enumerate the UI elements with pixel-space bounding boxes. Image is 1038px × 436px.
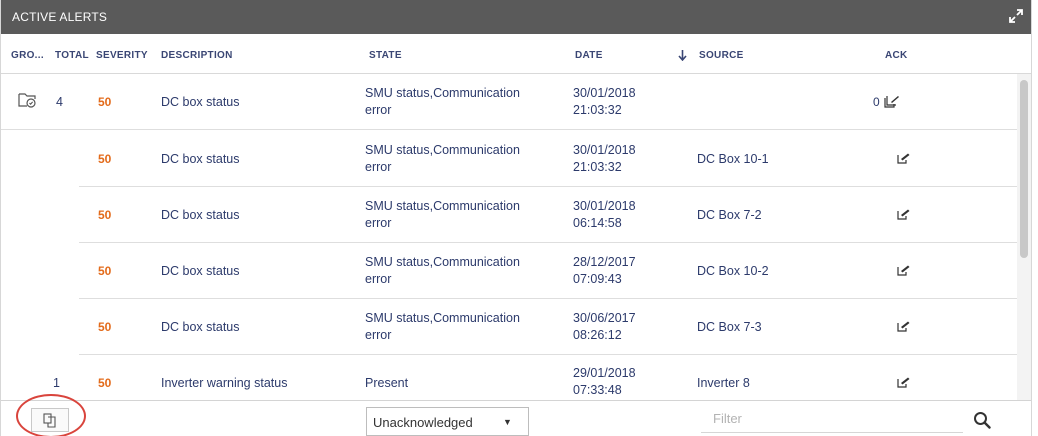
group-row[interactable]: 4 50 DC box status SMU status,Communicat… xyxy=(1,74,1017,130)
state-text: SMU status,Communication error xyxy=(365,311,520,342)
state-text: Present xyxy=(365,376,409,390)
source-text: Inverter 8 xyxy=(697,376,750,390)
col-header-source[interactable]: SOURCE xyxy=(699,50,744,61)
copy-icon xyxy=(43,413,56,428)
col-header-date[interactable]: DATE xyxy=(575,50,603,61)
panel-title: ACTIVE ALERTS xyxy=(12,10,108,24)
col-header-total[interactable]: TOTAL xyxy=(55,50,89,61)
dropdown-arrow-icon: ▼ xyxy=(503,417,512,427)
table-header: GRO... TOTAL SEVERITY DESCRIPTION STATE … xyxy=(1,36,1031,74)
description-text: DC box status xyxy=(161,208,240,222)
state-text: SMU status,Communication error xyxy=(365,199,520,230)
filter-input[interactable] xyxy=(701,405,963,433)
sort-down-arrow-icon[interactable] xyxy=(678,50,687,61)
col-header-description[interactable]: DESCRIPTION xyxy=(161,50,233,61)
source-text: DC Box 7-3 xyxy=(697,320,762,334)
severity-value: 50 xyxy=(98,95,112,109)
description-text: DC box status xyxy=(161,95,240,109)
state-text: SMU status,Communication error xyxy=(365,143,520,174)
ack-edit-icon[interactable] xyxy=(897,209,910,220)
col-header-ack[interactable]: ACK xyxy=(885,50,908,61)
date-text: 30/01/2018 06:14:58 xyxy=(573,199,636,230)
severity-value: 50 xyxy=(98,264,112,278)
description-text: DC box status xyxy=(161,264,240,278)
ack-edit-icon[interactable] xyxy=(897,265,910,276)
source-text: DC Box 10-2 xyxy=(697,264,769,278)
col-header-state[interactable]: STATE xyxy=(369,50,402,61)
ack-edit-icon[interactable] xyxy=(897,377,910,388)
date-text: 30/01/2018 21:03:32 xyxy=(573,143,636,174)
scrollbar-thumb[interactable] xyxy=(1020,80,1028,258)
alerts-table-body: 4 50 DC box status SMU status,Communicat… xyxy=(1,74,1017,400)
date-text: 30/06/2017 08:26:12 xyxy=(573,311,636,342)
ack-edit-icon[interactable] xyxy=(897,321,910,332)
date-text: 28/12/2017 07:09:43 xyxy=(573,255,636,286)
date-text: 30/01/2018 21:03:32 xyxy=(573,86,636,117)
panel-titlebar: ACTIVE ALERTS xyxy=(1,0,1031,34)
col-header-group[interactable]: GRO... xyxy=(11,50,44,61)
severity-value: 50 xyxy=(98,376,112,390)
copy-button[interactable] xyxy=(31,408,69,432)
ack-count: 0 xyxy=(873,95,880,109)
severity-value: 50 xyxy=(98,208,112,222)
group-total: 4 xyxy=(56,95,63,109)
vertical-scrollbar[interactable] xyxy=(1017,74,1031,400)
table-row[interactable]: 50 DC box status SMU status,Communicatio… xyxy=(1,299,1017,356)
table-row[interactable]: 1 50 Inverter warning status Present 29/… xyxy=(1,355,1017,400)
ack-edit-icon[interactable] xyxy=(897,153,910,164)
state-text: SMU status,Communication error xyxy=(365,86,520,117)
row-total: 1 xyxy=(53,376,60,390)
source-text: DC Box 10-1 xyxy=(697,152,769,166)
col-header-severity[interactable]: SEVERITY xyxy=(96,50,148,61)
description-text: Inverter warning status xyxy=(161,376,288,390)
table-row[interactable]: 50 DC box status SMU status,Communicatio… xyxy=(1,243,1017,300)
description-text: DC box status xyxy=(161,320,240,334)
source-text: DC Box 7-2 xyxy=(697,208,762,222)
ack-all-edit-icon[interactable] xyxy=(884,95,900,108)
table-row[interactable]: 50 DC box status SMU status,Communicatio… xyxy=(1,131,1017,188)
expand-arrows-icon[interactable] xyxy=(1009,9,1023,23)
description-text: DC box status xyxy=(161,152,240,166)
active-alerts-panel: ACTIVE ALERTS GRO... TOTAL SEVERITY DESC… xyxy=(0,0,1032,436)
date-text: 29/01/2018 07:33:48 xyxy=(573,366,636,397)
select-value: Unacknowledged xyxy=(373,415,473,430)
search-icon[interactable] xyxy=(973,411,991,429)
ack-filter-select[interactable]: Unacknowledged ▼ xyxy=(366,407,529,436)
folder-alerts-icon[interactable] xyxy=(18,91,38,109)
severity-value: 50 xyxy=(98,152,112,166)
state-text: SMU status,Communication error xyxy=(365,255,520,286)
table-row[interactable]: 50 DC box status SMU status,Communicatio… xyxy=(1,187,1017,244)
severity-value: 50 xyxy=(98,320,112,334)
